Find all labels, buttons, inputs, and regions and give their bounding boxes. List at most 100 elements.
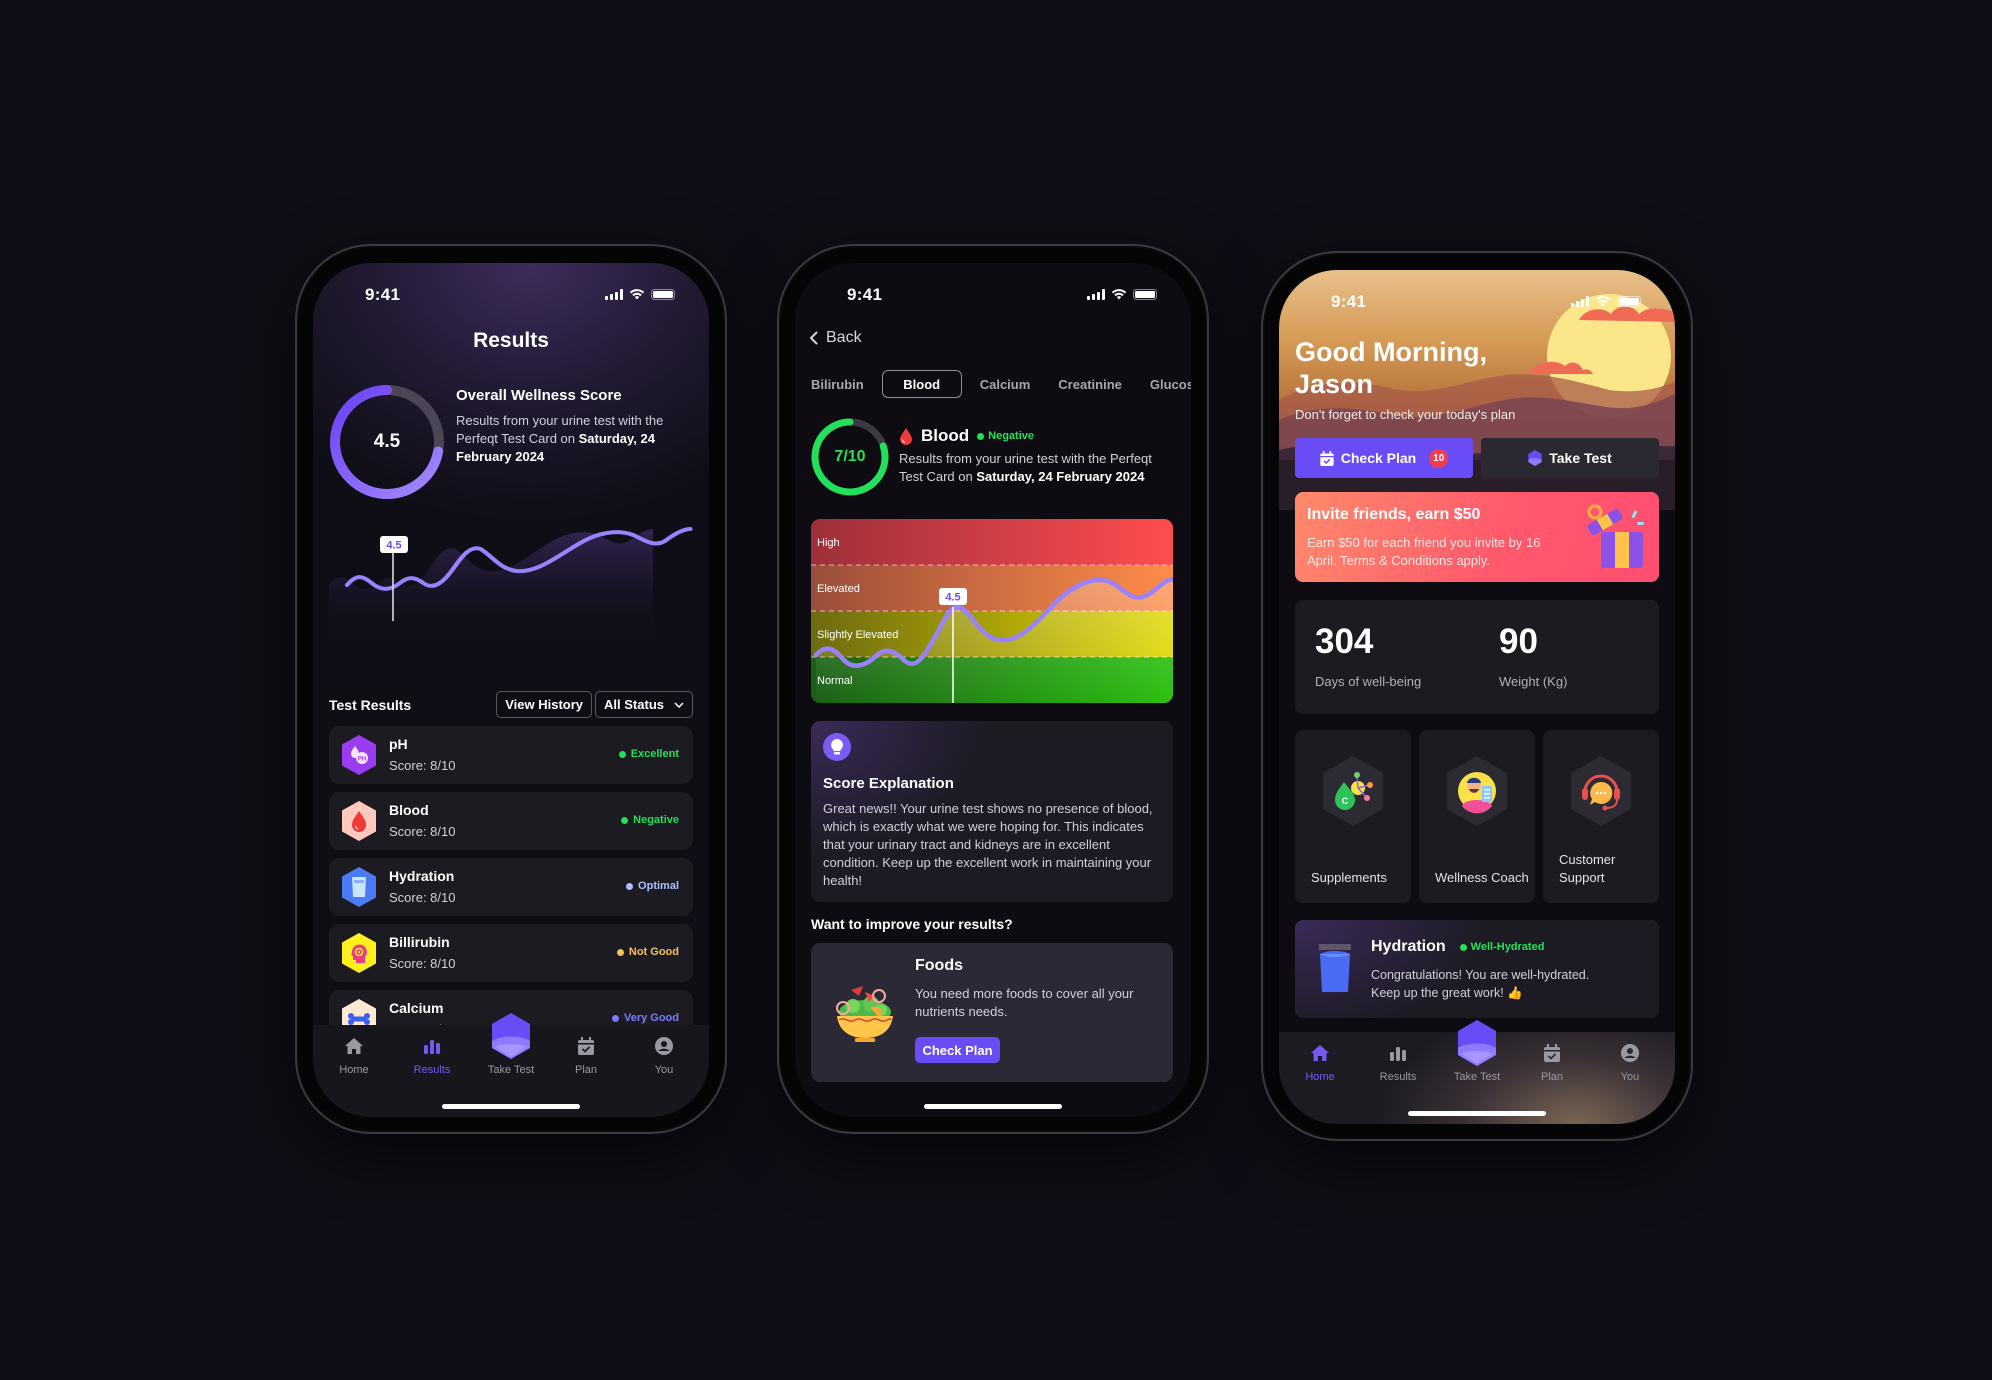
status-bar: 9:41 [795,285,1191,305]
back-button[interactable]: Back [810,329,862,347]
tab-you[interactable]: You [629,1033,699,1076]
tab-plan[interactable]: Plan [1517,1040,1587,1083]
tab-take-test[interactable]: Take Test [471,1064,551,1076]
test-detail-screen: 9:41 Back Bilirubin Blood Calcium Creatinin… [795,263,1191,1117]
hydration-card[interactable]: Hydration Well-Hydrated Congratulations!… [1295,920,1659,1018]
stat-weight: 90 Weight (Kg) [1499,622,1567,689]
supplements-icon: C [1323,756,1383,826]
wifi-icon [1595,296,1611,307]
status-badge: Optimal [626,880,679,892]
cellular-signal-icon [1087,288,1105,300]
hydration-title: Hydration [1371,938,1446,955]
greeting: Good Morning, Jason [1295,337,1487,399]
status-dot [616,948,624,956]
foods-card: Foods You need more foods to cover all y… [811,943,1173,1082]
band-label-elevated: Elevated [817,583,860,595]
tab-you[interactable]: You [1595,1040,1665,1083]
score-explanation-title: Score Explanation [823,775,954,792]
test-result-row-ph[interactable]: PH pH Score: 8/10 Excellent [329,726,693,784]
test-results-label: Test Results [329,697,412,713]
blood-header: Blood Negative [899,426,1034,446]
foods-title: Foods [915,957,963,974]
take-test-hex-icon[interactable] [1457,1020,1497,1066]
tab-results[interactable]: Results [397,1033,467,1076]
wellness-heading: Overall Wellness Score [456,387,622,404]
test-score: Score: 8/10 [389,890,456,905]
tab-bilirubin[interactable]: Bilirubin [811,371,878,398]
service-customer-support[interactable]: Customer Support [1543,730,1659,903]
battery-icon [1133,288,1157,300]
view-history-button[interactable]: View History [496,691,593,718]
status-bar: 9:41 [313,285,709,305]
service-wellness-coach[interactable]: Wellness Coach [1419,730,1535,903]
trend-marker-label: 4.5 [386,540,401,552]
bar-chart-icon [1390,1047,1406,1061]
cellular-signal-icon [1571,295,1589,307]
test-result-row-hydration[interactable]: Hydration Score: 8/10 Optimal [329,858,693,916]
service-label: Customer Support [1559,852,1616,885]
tab-calcium[interactable]: Calcium [966,371,1045,398]
blood-level-chart: High Elevated Slightly Elevated Normal 4… [811,519,1173,703]
score-explanation-text: Great news!! Your urine test shows no pr… [823,801,1153,888]
blood-drop-icon [900,428,912,445]
stat-value: 304 [1315,622,1374,661]
improve-heading: Want to improve your results? [811,916,1013,932]
take-test-hex-icon[interactable] [491,1013,531,1059]
gift-icon [1587,504,1644,568]
status-badge: Negative [621,814,679,826]
status-filter-dropdown[interactable]: All Status [595,691,693,718]
band-label-slightly-elevated: Slightly Elevated [817,629,898,641]
wellness-trend-chart: 4.5 [329,527,693,649]
stat-label: Weight (Kg) [1499,674,1568,689]
tab-blood[interactable]: Blood [881,370,962,398]
home-indicator [1408,1111,1546,1116]
status-dot [977,432,985,440]
check-plan-button[interactable]: Check Plan 10 [1295,438,1473,478]
results-screen: 9:41 Results 4.5 Overall Wellness Score … [313,263,709,1117]
blood-score-value: 7/10 [834,448,866,465]
status-badge: Very Good [611,1012,679,1024]
test-name: Calcium [389,1000,444,1016]
test-name: pH [389,736,408,752]
home-icon [1311,1045,1329,1061]
status-dot [611,1014,619,1022]
wifi-icon [629,289,645,300]
tab-home[interactable]: Home [1285,1040,1355,1083]
check-plan-button[interactable]: Check Plan [915,1037,1000,1063]
blood-description: Results from your urine test with the Pe… [899,451,1152,484]
tab-glucose[interactable]: Glucose [1136,371,1191,398]
stat-value: 90 [1499,622,1538,661]
take-test-button[interactable]: Take Test [1481,438,1659,478]
tab-take-test[interactable]: Take Test [1437,1071,1517,1083]
chevron-down-icon [674,701,684,708]
test-name: Hydration [389,868,455,884]
band-high [811,519,1173,565]
stat-days: 304 Days of well-being [1315,622,1421,689]
status-time: 9:41 [365,285,401,304]
calendar-check-icon [1320,450,1334,466]
wellness-summary: Overall Wellness Score Results from your… [456,387,696,466]
service-supplements[interactable]: C Supplements [1295,730,1411,903]
tab-plan[interactable]: Plan [551,1033,621,1076]
test-result-row-blood[interactable]: Blood Score: 8/10 Negative [329,792,693,850]
invite-banner[interactable]: Invite friends, earn $50 Earn $50 for ea… [1295,492,1659,582]
tab-creatinine[interactable]: Creatinine [1044,371,1136,398]
status-dot [621,816,629,824]
battery-icon [651,288,675,300]
water-glass-icon [342,867,376,907]
service-label: Supplements [1311,870,1387,885]
test-result-row-billirubin[interactable]: Billirubin Score: 8/10 Not Good [329,924,693,982]
home-screen: 9:41 Good Morning, Jason Don't forget to… [1279,270,1675,1124]
test-name: Blood [389,802,429,818]
wifi-icon [1111,289,1127,300]
status-badge: Negative [977,430,1034,442]
tab-results[interactable]: Results [1363,1040,1433,1083]
chevron-left-icon [810,331,818,345]
services-grid: C Supplements Wellness Coach Customer Su… [1295,730,1659,903]
level-marker-label: 4.5 [945,592,960,604]
test-results-list: PH pH Score: 8/10 Excellent Blood Score:… [329,726,693,1056]
tab-home[interactable]: Home [319,1033,389,1076]
test-type-tabs: BilirubinBloodCalciumCreatinineGlucose [811,370,1191,398]
score-explanation-card: Score Explanation Great news!! Your urin… [811,721,1173,902]
lightbulb-icon [823,733,851,761]
